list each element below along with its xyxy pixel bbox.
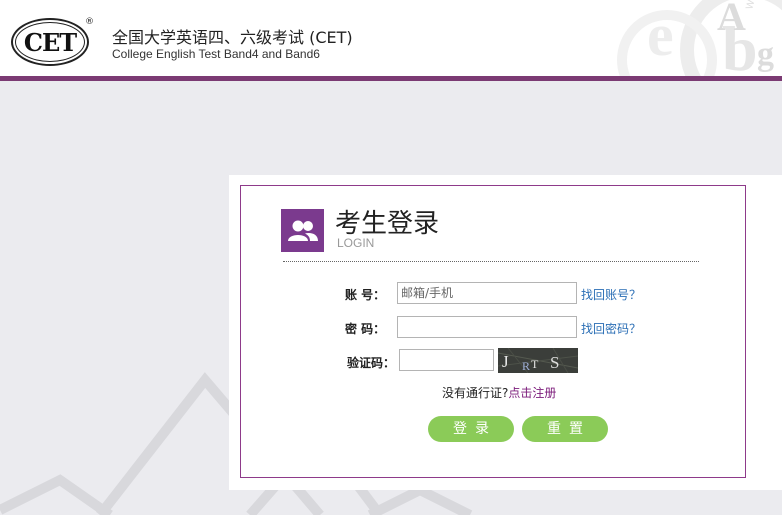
site-title-cn: 全国大学英语四、六级考试 (CET) [112,28,353,47]
login-button[interactable]: 登录 [428,416,514,442]
captcha-label: 验证码： [347,356,396,370]
login-subtitle: LOGIN [337,236,375,250]
svg-text:T: T [531,357,539,371]
password-label: 密 码： [345,322,386,336]
reset-button[interactable]: 重置 [522,416,608,442]
cet-logo: CET [11,18,89,66]
header-accent-bar [0,76,782,81]
site-header: CET ® 全国大学英语四、六级考试 (CET) College English… [0,0,782,76]
users-icon [281,209,324,252]
site-title-en: College English Test Band4 and Band6 [112,47,320,61]
register-prompt: 没有通行证?点击注册 [442,384,556,402]
register-text: 没有通行证? [442,386,509,400]
svg-text:S: S [550,353,559,372]
svg-text:R: R [522,359,530,373]
registered-mark: ® [85,17,94,27]
captcha-image[interactable]: J R T S [498,348,578,373]
divider [283,261,699,262]
register-link[interactable]: 点击注册 [508,386,556,400]
password-input[interactable] [397,316,577,338]
svg-text:e: e [647,2,674,68]
cet-logo-text: CET [23,27,77,57]
header-letter-decoration: e b A g WWW [617,0,782,76]
captcha-input[interactable] [399,349,494,371]
svg-text:g: g [757,36,774,73]
svg-text:A: A [717,0,746,39]
svg-text:J: J [502,352,509,371]
find-account-link[interactable]: 找回账号？ [581,285,641,305]
find-password-link[interactable]: 找回密码？ [581,319,641,339]
account-label: 账 号： [345,288,386,302]
account-input[interactable] [397,282,577,304]
svg-text:WWW: WWW [744,0,762,11]
